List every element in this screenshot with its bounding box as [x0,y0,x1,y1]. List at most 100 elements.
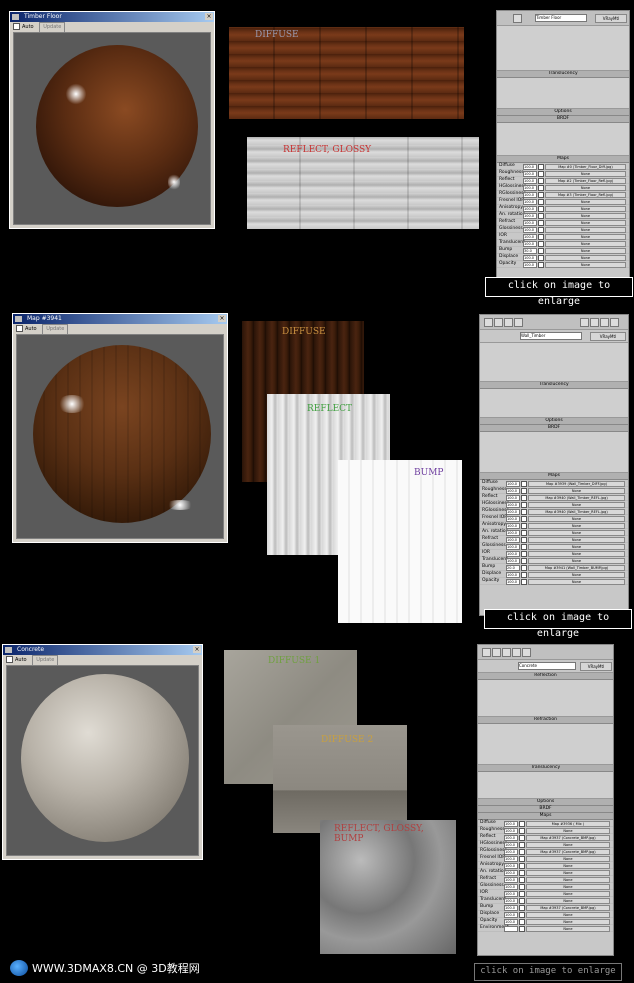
map-slot-button[interactable]: Map #3939 (Wall_Timber_DIFF.jpg) [528,480,625,487]
map-enable-checkbox[interactable] [519,827,525,834]
map-slot-button[interactable]: None [528,536,625,543]
map-enable-checkbox[interactable] [521,571,527,578]
material-type-button[interactable]: VRayMtl [590,332,626,341]
map-slot-button[interactable]: None [545,205,626,212]
map-slot-button[interactable]: Map #0 (Timber_Floor_Diff.jpg) [545,163,626,170]
map-enable-checkbox[interactable] [538,177,544,184]
map-slot-button[interactable]: Map #3937 (Concrete_BMP.jpg) [526,834,610,841]
toolbar-icon[interactable] [502,648,511,657]
map-amount-field[interactable]: 100.0 [523,191,537,198]
map-amount-field[interactable]: 100.0 [504,883,518,890]
map-amount-field[interactable]: 100.0 [504,841,518,848]
map-enable-checkbox[interactable] [519,925,525,932]
map-slot-button[interactable]: None [545,184,626,191]
map-enable-checkbox[interactable] [519,855,525,862]
options-header[interactable]: Options [480,418,628,425]
map-amount-field[interactable]: 100.0 [523,205,537,212]
brdf-header[interactable]: BRDF [478,806,613,813]
map-slot-button[interactable]: Map #3937 (Concrete_BMP.jpg) [526,848,610,855]
refraction-header[interactable]: Refraction [478,717,613,724]
map-slot-button[interactable]: Map #3936 ( Mix ) [526,820,610,827]
translucency-header[interactable]: Translucency [478,765,613,772]
map-amount-field[interactable]: 100.0 [504,862,518,869]
toolbar-icon[interactable] [590,318,599,327]
map-slot-button[interactable]: None [528,578,625,585]
map-slot-button[interactable]: None [526,925,610,932]
map-slot-button[interactable]: None [526,890,610,897]
map-amount-field[interactable]: 100.0 [523,212,537,219]
material-name-field[interactable]: Concrete [518,662,576,670]
map-slot-button[interactable]: Map #3940 (Wall_Timber_REFL.jpg) [528,508,625,515]
map-slot-button[interactable]: None [528,515,625,522]
map-slot-button[interactable]: None [526,918,610,925]
map-enable-checkbox[interactable] [519,883,525,890]
pick-material-icon[interactable] [482,648,491,657]
map-slot-button[interactable]: None [526,897,610,904]
close-icon[interactable]: × [205,13,213,20]
auto-checkbox[interactable] [6,656,13,663]
map-slot-button[interactable]: None [528,487,625,494]
bump-texture[interactable]: BUMP [338,460,462,623]
map-enable-checkbox[interactable] [519,820,525,827]
map-slot-button[interactable]: None [528,557,625,564]
map-amount-field[interactable] [504,925,518,932]
map-enable-checkbox[interactable] [538,198,544,205]
map-enable-checkbox[interactable] [519,890,525,897]
maps-header[interactable]: Maps [478,813,613,820]
map-amount-field[interactable]: 100.0 [504,911,518,918]
map-slot-button[interactable]: None [545,212,626,219]
map-amount-field[interactable]: 100.0 [523,254,537,261]
map-slot-button[interactable]: None [528,501,625,508]
map-slot-button[interactable]: None [528,522,625,529]
map-enable-checkbox[interactable] [521,536,527,543]
map-amount-field[interactable]: 100.0 [523,163,537,170]
map-amount-field[interactable]: 100.0 [506,550,520,557]
close-icon[interactable]: × [193,646,201,653]
map-amount-field[interactable]: 100.0 [506,578,520,585]
map-amount-field[interactable]: 100.0 [506,494,520,501]
map-amount-field[interactable]: 100.0 [506,515,520,522]
translucency-header[interactable]: Translucency [480,382,628,389]
toolbar-icon[interactable] [580,318,589,327]
material-name-field[interactable]: Timber Floor [535,14,587,22]
reflection-header[interactable]: Reflection [478,673,613,680]
reflect-glossy-bump-texture[interactable]: REFLECT, GLOSSY, BUMP [320,820,456,954]
toolbar-icon[interactable] [512,648,521,657]
map-slot-button[interactable]: None [526,841,610,848]
map-amount-field[interactable]: 100.0 [504,869,518,876]
footer-text[interactable]: WWW.3DMAX8.CN @ 3D教程网 [32,960,200,976]
map-enable-checkbox[interactable] [521,522,527,529]
translucency-header[interactable]: Translucency [497,71,629,78]
map-slot-button[interactable]: None [528,529,625,536]
map-amount-field[interactable]: 100.0 [504,890,518,897]
map-enable-checkbox[interactable] [519,848,525,855]
map-enable-checkbox[interactable] [521,550,527,557]
map-amount-field[interactable]: 100.0 [523,226,537,233]
options-header[interactable]: Options [478,799,613,806]
map-enable-checkbox[interactable] [521,480,527,487]
map-amount-field[interactable]: 100.0 [504,876,518,883]
map-amount-field[interactable]: 100.0 [504,848,518,855]
map-amount-field[interactable]: 100.0 [523,219,537,226]
map-amount-field[interactable]: 100.0 [504,904,518,911]
map-slot-button[interactable]: Map #3 (Timber_Floor_Refl.jpg) [545,191,626,198]
material-type-button[interactable]: VRayMtl [580,662,612,671]
toolbar-icon[interactable] [514,318,523,327]
map-amount-field[interactable]: 100.0 [506,557,520,564]
map-slot-button[interactable]: None [545,247,626,254]
map-enable-checkbox[interactable] [521,529,527,536]
reflect-glossy-texture[interactable]: REFLECT, GLOSSY [247,137,479,229]
map-slot-button[interactable]: None [526,883,610,890]
map-enable-checkbox[interactable] [538,205,544,212]
map-enable-checkbox[interactable] [519,911,525,918]
map-slot-button[interactable]: None [545,254,626,261]
window-titlebar[interactable]: Concrete × [3,645,202,655]
map-amount-field[interactable]: 100.0 [523,177,537,184]
map-enable-checkbox[interactable] [521,508,527,515]
map-enable-checkbox[interactable] [519,904,525,911]
map-slot-button[interactable]: None [526,876,610,883]
map-amount-field[interactable]: 30.0 [523,247,537,254]
map-amount-field[interactable]: 100.0 [504,834,518,841]
diffuse-2-texture[interactable]: DIFFUSE 2 [273,725,407,833]
pick-material-icon[interactable] [513,14,522,23]
